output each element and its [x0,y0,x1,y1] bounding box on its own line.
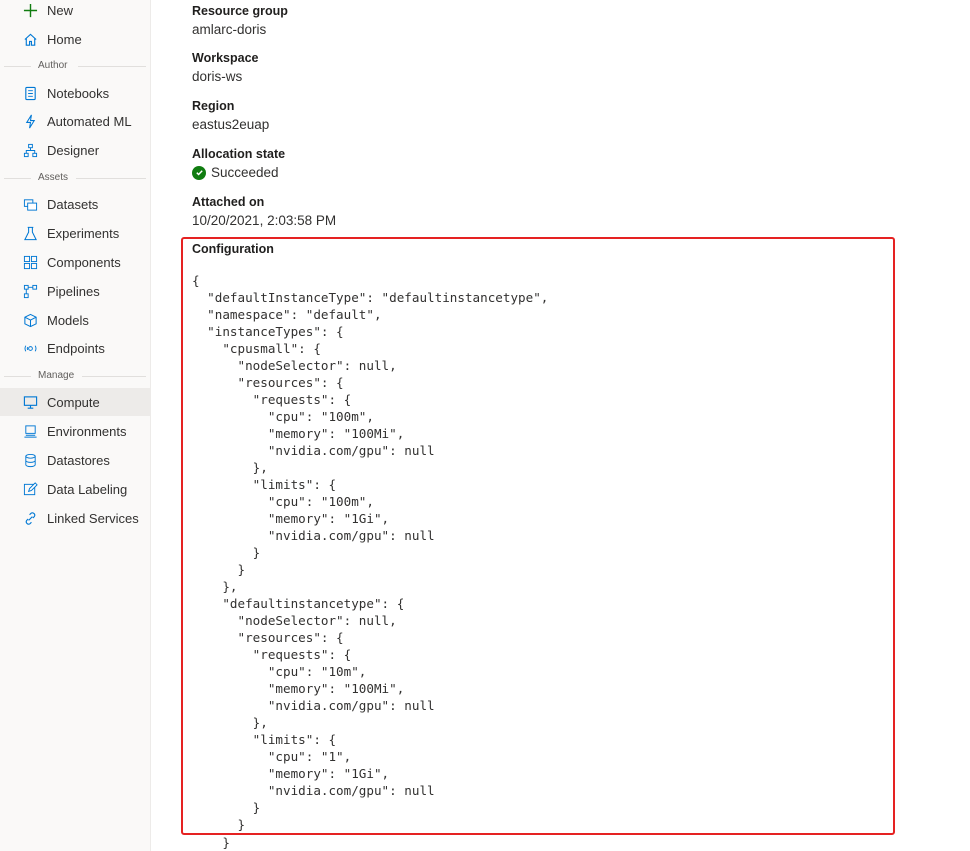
sidebar-item-home[interactable]: Home [0,25,150,53]
nav-label-data-labeling: Data Labeling [47,481,128,497]
compute-details-panel: Resource group amlarc-doris Workspace do… [150,0,970,851]
environment-icon [22,423,38,439]
nav-label-home: Home [47,31,82,47]
pipeline-icon [22,283,38,299]
resource-group-value: amlarc-doris [192,22,267,37]
sidebar-item-components[interactable]: Components [0,248,150,276]
sidebar-item-models[interactable]: Models [0,306,150,334]
region-value: eastus2euap [192,117,270,132]
sidebar-item-environments[interactable]: Environments [0,417,150,445]
nav-label-automated-ml: Automated ML [47,113,132,129]
cube-icon [22,312,38,328]
nav-label-notebooks: Notebooks [47,85,110,101]
dataset-icon [22,196,38,212]
attached-on-label: Attached on [192,195,265,209]
nav-label-new: New [47,2,74,18]
notebook-icon [22,85,38,101]
sidebar-item-compute[interactable]: Compute [0,388,150,416]
plus-icon [22,2,38,18]
sidebar-item-experiments[interactable]: Experiments [0,219,150,247]
nav-label-experiments: Experiments [47,225,120,241]
left-navigation: New Home Author Notebooks Automated ML D… [0,0,151,851]
sidebar-item-linked-services[interactable]: Linked Services [0,504,150,532]
nav-label-components: Components [47,254,121,270]
allocation-state-status: Succeeded [192,165,279,180]
new-button[interactable]: New [0,0,150,24]
endpoint-icon [22,340,38,356]
allocation-state-value: Succeeded [211,165,279,180]
sidebar-item-pipelines[interactable]: Pipelines [0,277,150,305]
attached-on-value: 10/20/2021, 2:03:58 PM [192,213,337,228]
edit-icon [22,481,38,497]
resource-group-label: Resource group [192,4,288,18]
hierarchy-icon [22,142,38,158]
sidebar-item-datastores[interactable]: Datastores [0,446,150,474]
workspace-value: doris-ws [192,69,243,84]
nav-label-pipelines: Pipelines [47,283,100,299]
nav-label-endpoints: Endpoints [47,340,105,356]
flask-icon [22,225,38,241]
database-icon [22,452,38,468]
section-header-author: Author [0,59,150,73]
sidebar-item-endpoints[interactable]: Endpoints [0,334,150,362]
section-header-manage: Manage [0,369,150,383]
nav-label-datastores: Datastores [47,452,110,468]
home-icon [22,31,38,47]
workspace-label: Workspace [192,51,259,65]
region-label: Region [192,99,235,113]
nav-label-linked-services: Linked Services [47,510,139,526]
configuration-json: { "defaultInstanceType": "defaultinstanc… [192,273,549,832]
link-icon [22,510,38,526]
nav-label-datasets: Datasets [47,196,99,212]
sidebar-item-automated-ml[interactable]: Automated ML [0,107,150,135]
sidebar-item-datasets[interactable]: Datasets [0,190,150,218]
nav-label-compute: Compute [47,394,100,410]
monitor-icon [22,394,38,410]
nav-label-environments: Environments [47,423,127,439]
lightning-icon [22,113,38,129]
configuration-label: Configuration [192,242,274,256]
section-header-assets: Assets [0,171,150,185]
sidebar-item-designer[interactable]: Designer [0,136,150,164]
success-check-icon [192,165,206,180]
sidebar-item-notebooks[interactable]: Notebooks [0,79,150,107]
grid-icon [22,254,38,270]
sidebar-item-data-labeling[interactable]: Data Labeling [0,475,150,503]
nav-label-models: Models [47,312,89,328]
configuration-json-tail: } [192,835,230,850]
allocation-state-label: Allocation state [192,147,286,161]
nav-label-designer: Designer [47,142,100,158]
